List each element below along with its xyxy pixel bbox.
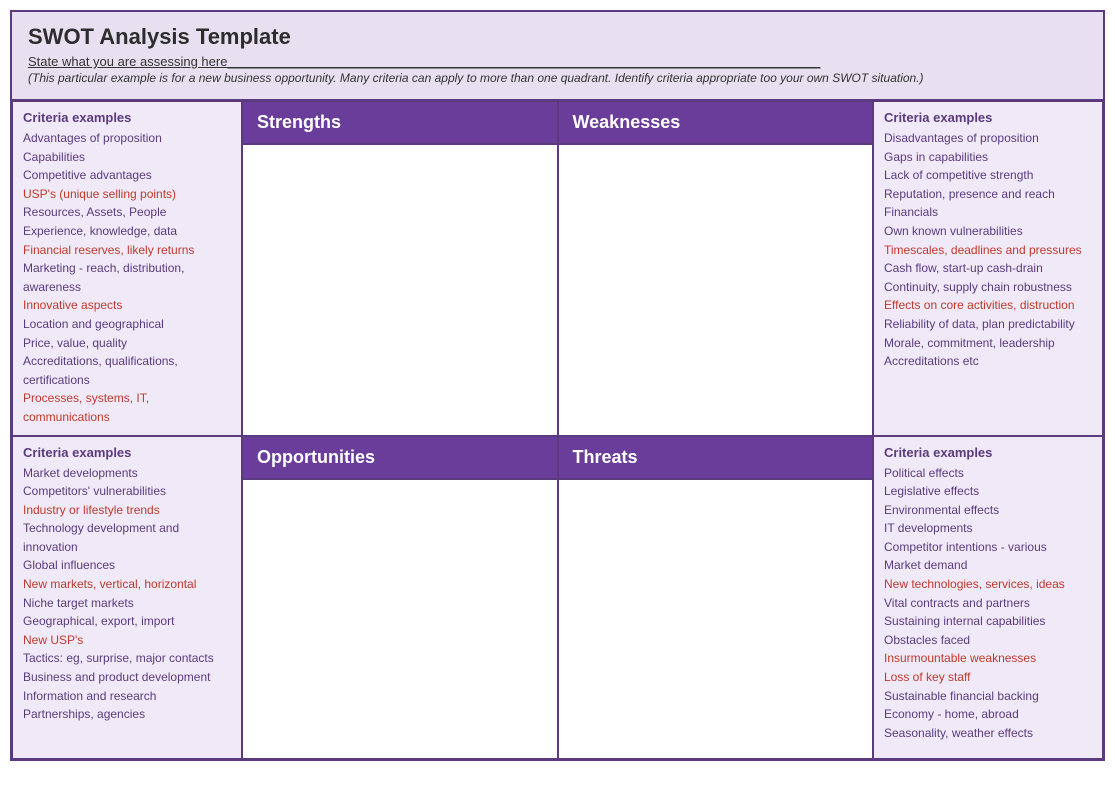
criteria-item: Market demand	[884, 556, 1092, 575]
criteria-item: Resources, Assets, People	[23, 203, 231, 222]
criteria-item: Financials	[884, 203, 1092, 222]
top-left-criteria: Criteria examples Advantages of proposit…	[12, 101, 242, 436]
threats-header: Threats	[558, 436, 874, 479]
swot-container: SWOT Analysis Template State what you ar…	[10, 10, 1105, 761]
criteria-item: Competitive advantages	[23, 166, 231, 185]
threats-body[interactable]	[558, 479, 874, 759]
bottom-left-criteria: Criteria examples Market developmentsCom…	[12, 436, 242, 759]
criteria-item: Accreditations etc	[884, 352, 1092, 371]
criteria-item: Effects on core activities, distruction	[884, 296, 1092, 315]
opportunities-body[interactable]	[242, 479, 558, 759]
criteria-item: Technology development and innovation	[23, 519, 231, 556]
criteria-item: Tactics: eg, surprise, major contacts	[23, 649, 231, 668]
swot-grid: Criteria examples Advantages of proposit…	[12, 101, 1103, 759]
top-right-criteria-title: Criteria examples	[884, 110, 1092, 125]
top-left-items-container: Advantages of propositionCapabilitiesCom…	[23, 129, 231, 427]
criteria-item: Experience, knowledge, data	[23, 222, 231, 241]
bottom-right-criteria-title: Criteria examples	[884, 445, 1092, 460]
criteria-item: Sustainable financial backing	[884, 687, 1092, 706]
top-right-criteria: Criteria examples Disadvantages of propo…	[873, 101, 1103, 436]
subtitle: State what you are assessing here_______…	[28, 54, 1087, 69]
criteria-item: Economy - home, abroad	[884, 705, 1092, 724]
top-right-items-container: Disadvantages of propositionGaps in capa…	[884, 129, 1092, 371]
criteria-item: Environmental effects	[884, 501, 1092, 520]
criteria-item: Marketing - reach, distribution, awarene…	[23, 259, 231, 296]
criteria-item: Timescales, deadlines and pressures	[884, 241, 1092, 260]
criteria-item: Continuity, supply chain robustness	[884, 278, 1092, 297]
criteria-item: Niche target markets	[23, 594, 231, 613]
criteria-item: Industry or lifestyle trends	[23, 501, 231, 520]
criteria-item: Cash flow, start-up cash-drain	[884, 259, 1092, 278]
strengths-header: Strengths	[242, 101, 558, 144]
criteria-item: Political effects	[884, 464, 1092, 483]
criteria-item: Location and geographical	[23, 315, 231, 334]
top-left-criteria-title: Criteria examples	[23, 110, 231, 125]
criteria-item: New markets, vertical, horizontal	[23, 575, 231, 594]
criteria-item: Loss of key staff	[884, 668, 1092, 687]
criteria-item: New technologies, services, ideas	[884, 575, 1092, 594]
description: (This particular example is for a new bu…	[28, 71, 1087, 85]
criteria-item: Sustaining internal capabilities	[884, 612, 1092, 631]
criteria-item: Morale, commitment, leadership	[884, 334, 1092, 353]
criteria-item: Legislative effects	[884, 482, 1092, 501]
criteria-item: Competitors' vulnerabilities	[23, 482, 231, 501]
criteria-item: Disadvantages of proposition	[884, 129, 1092, 148]
criteria-item: Vital contracts and partners	[884, 594, 1092, 613]
criteria-item: Market developments	[23, 464, 231, 483]
criteria-item: Accreditations, qualifications, certific…	[23, 352, 231, 389]
main-title: SWOT Analysis Template	[28, 24, 1087, 50]
bottom-right-criteria: Criteria examples Political effectsLegis…	[873, 436, 1103, 759]
opportunities-column: Opportunities	[242, 436, 558, 759]
criteria-item: Financial reserves, likely returns	[23, 241, 231, 260]
criteria-item: Business and product development	[23, 668, 231, 687]
weaknesses-header: Weaknesses	[558, 101, 874, 144]
criteria-item: New USP's	[23, 631, 231, 650]
criteria-item: Processes, systems, IT, communications	[23, 389, 231, 426]
criteria-item: Geographical, export, import	[23, 612, 231, 631]
criteria-item: Own known vulnerabilities	[884, 222, 1092, 241]
criteria-item: Partnerships, agencies	[23, 705, 231, 724]
criteria-item: Seasonality, weather effects	[884, 724, 1092, 743]
opportunities-header: Opportunities	[242, 436, 558, 479]
criteria-item: Reputation, presence and reach	[884, 185, 1092, 204]
criteria-item: Competitor intentions - various	[884, 538, 1092, 557]
strengths-body[interactable]	[242, 144, 558, 436]
criteria-item: Information and research	[23, 687, 231, 706]
criteria-item: Reliability of data, plan predictability	[884, 315, 1092, 334]
criteria-item: Insurmountable weaknesses	[884, 649, 1092, 668]
criteria-item: Advantages of proposition	[23, 129, 231, 148]
criteria-item: Gaps in capabilities	[884, 148, 1092, 167]
header-section: SWOT Analysis Template State what you ar…	[12, 12, 1103, 101]
bottom-right-items-container: Political effectsLegislative effectsEnvi…	[884, 464, 1092, 743]
criteria-item: USP's (unique selling points)	[23, 185, 231, 204]
bottom-left-items-container: Market developmentsCompetitors' vulnerab…	[23, 464, 231, 724]
weaknesses-body[interactable]	[558, 144, 874, 436]
weaknesses-column: Weaknesses	[558, 101, 874, 436]
threats-column: Threats	[558, 436, 874, 759]
criteria-item: Lack of competitive strength	[884, 166, 1092, 185]
strengths-column: Strengths	[242, 101, 558, 436]
criteria-item: Obstacles faced	[884, 631, 1092, 650]
criteria-item: Innovative aspects	[23, 296, 231, 315]
criteria-item: Capabilities	[23, 148, 231, 167]
criteria-item: Price, value, quality	[23, 334, 231, 353]
bottom-left-criteria-title: Criteria examples	[23, 445, 231, 460]
criteria-item: Global influences	[23, 556, 231, 575]
criteria-item: IT developments	[884, 519, 1092, 538]
